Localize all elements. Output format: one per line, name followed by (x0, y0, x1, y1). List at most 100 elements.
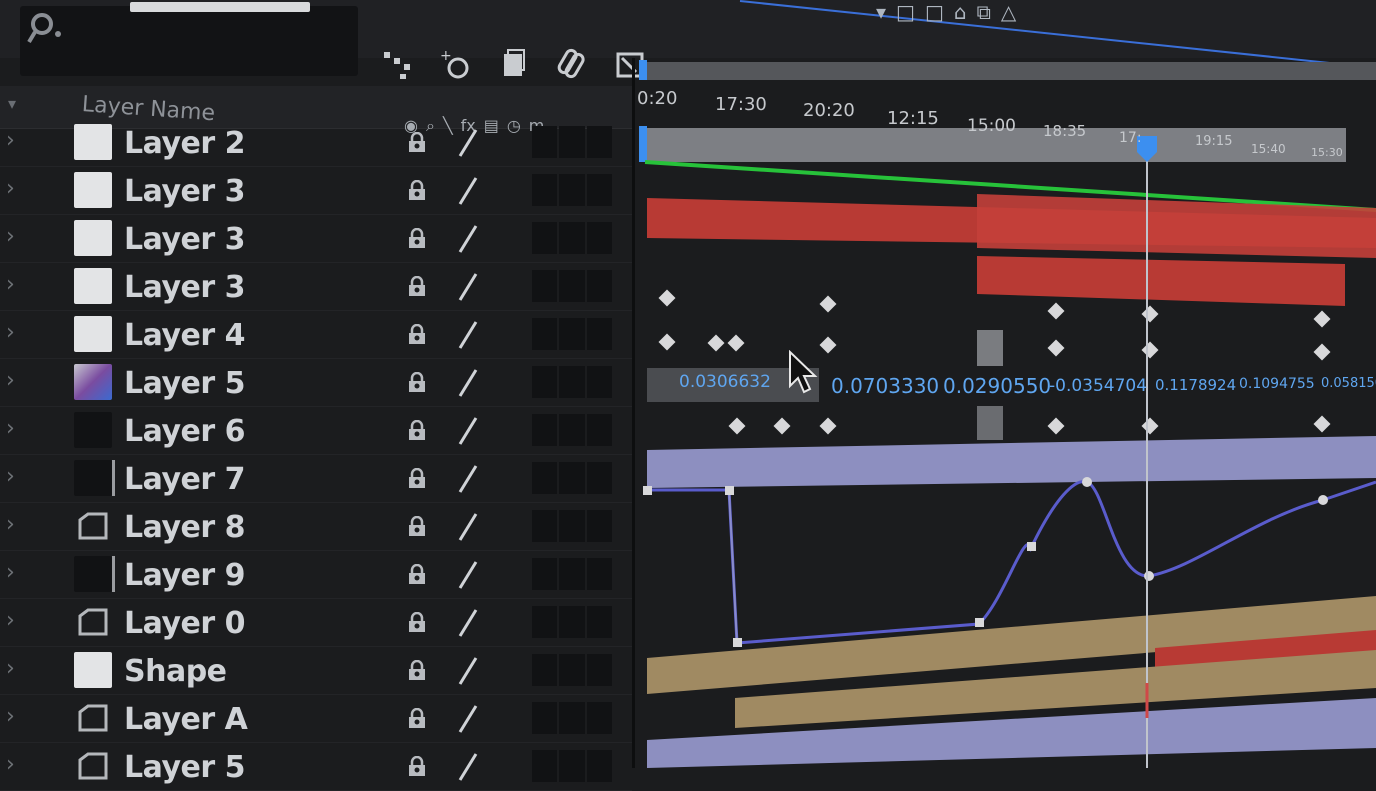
quality-icon[interactable] (456, 704, 480, 734)
layer-switches[interactable] (532, 222, 612, 254)
switch-cell[interactable] (532, 222, 558, 254)
shy-icon[interactable] (406, 324, 428, 346)
layer-name[interactable]: Layer 7 (124, 462, 245, 497)
switch-cell[interactable] (586, 366, 612, 398)
timeline-panel[interactable]: 0:20 17:30 20:20 12:15 15:00 18:35 17: 19:15 15:… (635, 58, 1376, 768)
header-toggle-icon[interactable]: ▾ (8, 94, 16, 113)
keyframe-value-6[interactable]: 0.0581504 (1321, 376, 1376, 391)
layer-name[interactable]: Layer 6 (124, 414, 245, 449)
top-control-0[interactable]: ▾ (876, 0, 886, 24)
shy-icon[interactable] (406, 276, 428, 298)
switch-cell[interactable] (559, 366, 585, 398)
shy-icon[interactable] (406, 372, 428, 394)
layer-name[interactable]: Layer A (124, 702, 248, 737)
shy-icon[interactable] (406, 612, 428, 634)
switch-cell[interactable] (532, 654, 558, 686)
quality-icon[interactable] (456, 176, 480, 206)
switch-cell[interactable] (559, 750, 585, 782)
layer-row[interactable]: › Layer 3 (0, 264, 632, 311)
layer-row[interactable]: › Layer 2 (0, 120, 632, 167)
layer-name[interactable]: Layer 0 (124, 606, 245, 641)
keyframe-value-5[interactable]: 0.1094755 (1239, 376, 1315, 392)
quality-icon[interactable] (456, 560, 480, 590)
expand-chevron-icon[interactable]: › (6, 466, 24, 488)
top-control-2[interactable]: □ (925, 0, 944, 24)
switch-cell[interactable] (586, 126, 612, 158)
top-control-1[interactable]: □ (896, 0, 915, 24)
switch-cell[interactable] (532, 750, 558, 782)
switch-cell[interactable] (532, 558, 558, 590)
solid-icon[interactable] (496, 46, 532, 82)
switch-cell[interactable] (532, 462, 558, 494)
layer-row[interactable]: › Layer A (0, 696, 632, 743)
expand-chevron-icon[interactable]: › (6, 754, 24, 776)
layer-switches[interactable] (532, 462, 612, 494)
keyframe-value-3[interactable]: -0.0354704 (1049, 376, 1147, 396)
switch-cell[interactable] (532, 270, 558, 302)
layer-row[interactable]: › Layer 5 (0, 360, 632, 407)
switch-cell[interactable] (559, 222, 585, 254)
layer-row[interactable]: › Layer 6 (0, 408, 632, 455)
expand-chevron-icon[interactable]: › (6, 610, 24, 632)
layer-row[interactable]: › Layer 9 (0, 552, 632, 599)
layer-row[interactable]: › Layer 4 (0, 312, 632, 359)
shy-icon[interactable] (406, 756, 428, 778)
switch-cell[interactable] (586, 174, 612, 206)
switch-cell[interactable] (586, 702, 612, 734)
switch-cell[interactable] (586, 510, 612, 542)
shy-icon[interactable] (406, 132, 428, 154)
expand-chevron-icon[interactable]: › (6, 418, 24, 440)
keyframe-value-1[interactable]: 0.0703330 (831, 374, 939, 398)
switch-cell[interactable] (532, 414, 558, 446)
layer-name[interactable]: Layer 3 (124, 222, 245, 257)
layer-switches[interactable] (532, 654, 612, 686)
layer-switches[interactable] (532, 414, 612, 446)
shy-icon[interactable] (406, 660, 428, 682)
switch-cell[interactable] (586, 558, 612, 590)
layer-name[interactable]: Layer 3 (124, 174, 245, 209)
switch-cell[interactable] (559, 174, 585, 206)
switch-cell[interactable] (586, 654, 612, 686)
expand-chevron-icon[interactable]: › (6, 370, 24, 392)
switch-cell[interactable] (559, 270, 585, 302)
add-keyframe-icon[interactable]: + (438, 46, 474, 82)
shy-icon[interactable] (406, 228, 428, 250)
layer-row[interactable]: › Layer 8 (0, 504, 632, 551)
quality-icon[interactable] (456, 416, 480, 446)
quality-icon[interactable] (456, 128, 480, 158)
switch-cell[interactable] (559, 318, 585, 350)
quality-icon[interactable] (456, 320, 480, 350)
shy-icon[interactable] (406, 180, 428, 202)
expand-chevron-icon[interactable]: › (6, 658, 24, 680)
quality-icon[interactable] (456, 272, 480, 302)
selected-value[interactable]: 0.0306632 (679, 372, 771, 392)
layer-row[interactable]: › Layer 3 (0, 168, 632, 215)
shy-icon[interactable] (406, 468, 428, 490)
layer-switches[interactable] (532, 126, 612, 158)
switch-cell[interactable] (532, 702, 558, 734)
layer-name[interactable]: Layer 9 (124, 558, 245, 593)
quality-icon[interactable] (456, 464, 480, 494)
shy-icon[interactable] (406, 564, 428, 586)
layer-switches[interactable] (532, 558, 612, 590)
switch-cell[interactable] (559, 606, 585, 638)
top-control-3[interactable]: ⌂ (954, 0, 967, 24)
expand-chevron-icon[interactable]: › (6, 562, 24, 584)
keyframe-value-2[interactable]: 0.0290550 (943, 374, 1051, 398)
switch-cell[interactable] (559, 702, 585, 734)
shy-icon[interactable] (406, 420, 428, 442)
layer-name[interactable]: Layer 5 (124, 366, 245, 401)
switch-cell[interactable] (586, 270, 612, 302)
layer-switches[interactable] (532, 750, 612, 782)
switch-cell[interactable] (532, 606, 558, 638)
expand-chevron-icon[interactable]: › (6, 226, 24, 248)
layer-switches[interactable] (532, 606, 612, 638)
switch-cell[interactable] (532, 366, 558, 398)
top-control-4[interactable]: ⧉ (977, 0, 991, 24)
keyframe-value-4[interactable]: 0.1178924 (1155, 376, 1236, 394)
switch-cell[interactable] (532, 174, 558, 206)
search-icon[interactable] (26, 8, 66, 48)
switch-cell[interactable] (586, 750, 612, 782)
shy-icon[interactable] (406, 708, 428, 730)
quality-icon[interactable] (456, 752, 480, 782)
